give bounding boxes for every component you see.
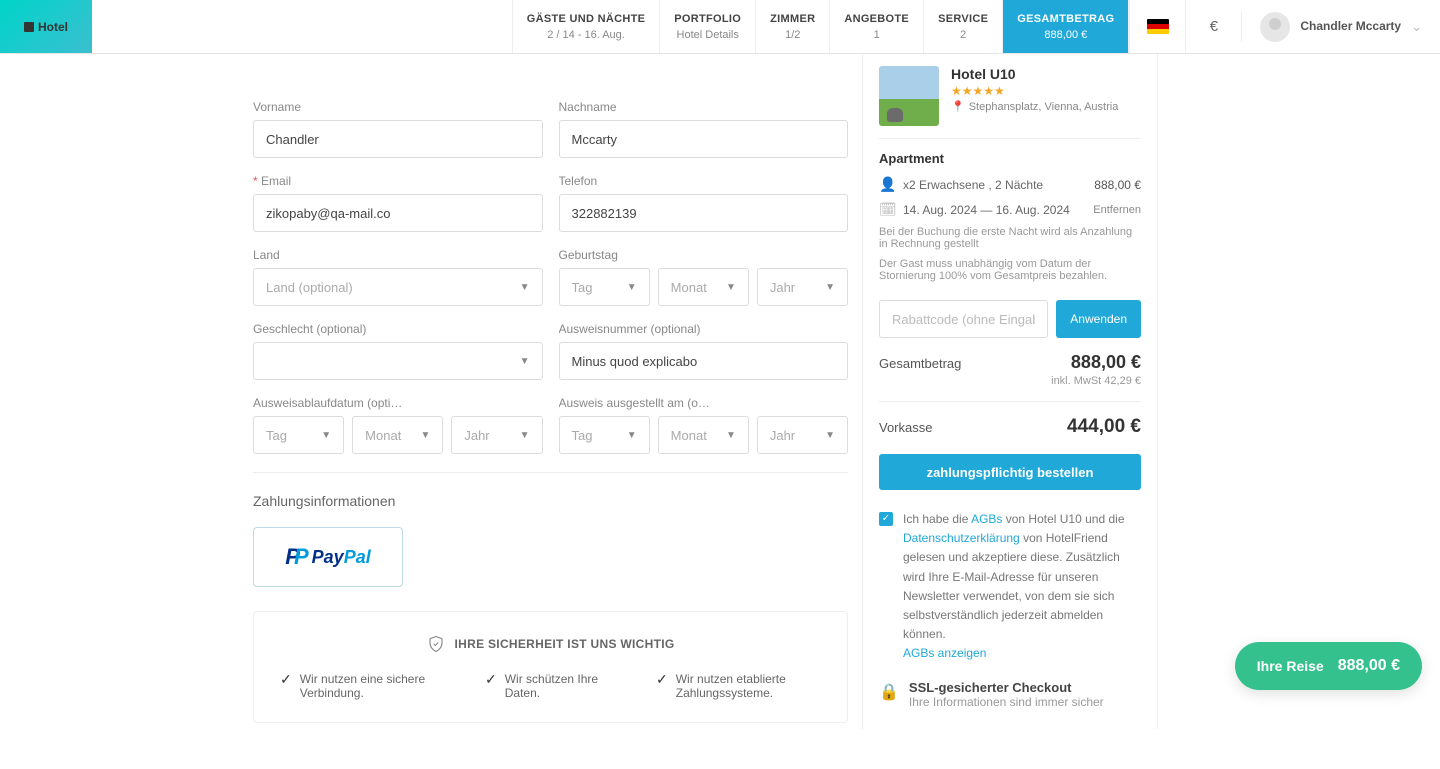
checkout-form: Vorname Nachname Email Telefon Land Land… bbox=[253, 54, 848, 729]
label-nachname: Nachname bbox=[559, 100, 849, 114]
logo[interactable]: Hotel bbox=[0, 0, 92, 53]
telefon-input[interactable] bbox=[559, 194, 849, 232]
expiry-year-select[interactable]: Jahr▼ bbox=[451, 416, 542, 454]
check-icon: ✓ bbox=[485, 672, 497, 686]
label-geburtstag: Geburtstag bbox=[559, 248, 849, 262]
top-header: Hotel GÄSTE UND NÄCHTE2 / 14 - 16. Aug. … bbox=[0, 0, 1440, 54]
apply-promo-button[interactable]: Anwenden bbox=[1056, 300, 1141, 338]
hotel-name: Hotel U10 bbox=[951, 66, 1118, 82]
land-select[interactable]: Land (optional)▼ bbox=[253, 268, 543, 306]
room-price: 888,00 € bbox=[1094, 178, 1141, 192]
label-ablauf: Ausweisablaufdatum (opti… bbox=[253, 396, 543, 410]
label-ausgestellt: Ausweis ausgestellt am (o… bbox=[559, 396, 849, 410]
order-button[interactable]: zahlungspflichtig bestellen bbox=[879, 454, 1141, 490]
expiry-day-select[interactable]: Tag▼ bbox=[253, 416, 344, 454]
privacy-link[interactable]: Datenschutzerklärung bbox=[903, 531, 1020, 545]
remove-room[interactable]: Entfernen bbox=[1093, 204, 1141, 216]
pin-icon: 📍 bbox=[951, 100, 965, 113]
label-land: Land bbox=[253, 248, 543, 262]
label-telefon: Telefon bbox=[559, 174, 849, 188]
prepay-amount: 444,00 € bbox=[1067, 416, 1141, 438]
nav-zimmer[interactable]: ZIMMER1/2 bbox=[755, 0, 829, 53]
terms-text: Ich habe die AGBs von Hotel U10 und die … bbox=[903, 510, 1141, 664]
vat-text: inkl. MwSt 42,29 € bbox=[879, 375, 1141, 387]
check-icon: ✓ bbox=[656, 672, 668, 686]
geschlecht-select[interactable]: ▼ bbox=[253, 342, 543, 380]
room-type: Apartment bbox=[879, 151, 1141, 166]
language-switch[interactable] bbox=[1129, 0, 1185, 53]
expiry-month-select[interactable]: Monat▼ bbox=[352, 416, 443, 454]
deposit-note: Bei der Buchung die erste Nacht wird als… bbox=[879, 226, 1141, 250]
user-name: Chandler Mccarty bbox=[1300, 19, 1401, 33]
ausweis-input[interactable] bbox=[559, 342, 849, 380]
ssl-title: SSL-gesicherter Checkout bbox=[909, 680, 1104, 695]
user-menu[interactable]: Chandler Mccarty ⌄ bbox=[1241, 12, 1440, 42]
payment-title: Zahlungsinformationen bbox=[253, 493, 848, 509]
chevron-down-icon: ▼ bbox=[520, 282, 530, 293]
total-label: Gesamtbetrag bbox=[879, 356, 961, 371]
nav-guests[interactable]: GÄSTE UND NÄCHTE2 / 14 - 16. Aug. bbox=[512, 0, 659, 53]
nav-portfolio[interactable]: PORTFOLIOHotel Details bbox=[659, 0, 755, 53]
floating-trip-button[interactable]: Ihre Reise 888,00 € bbox=[1235, 642, 1422, 690]
hotel-location: 📍Stephansplatz, Vienna, Austria bbox=[951, 100, 1118, 113]
birth-year-select[interactable]: Jahr▼ bbox=[757, 268, 848, 306]
calendar-icon: 🗓 bbox=[879, 201, 895, 218]
show-agb-link[interactable]: AGBs anzeigen bbox=[903, 646, 986, 660]
birth-month-select[interactable]: Monat▼ bbox=[658, 268, 749, 306]
star-rating: ★★★★★ bbox=[951, 84, 1118, 98]
nav-total[interactable]: GESAMTBETRAG888,00 € bbox=[1002, 0, 1128, 53]
birth-day-select[interactable]: Tag▼ bbox=[559, 268, 650, 306]
nav-angebote[interactable]: ANGEBOTE1 bbox=[829, 0, 923, 53]
terms-checkbox[interactable]: ✓ bbox=[879, 512, 893, 526]
total-amount: 888,00 € bbox=[1071, 352, 1141, 373]
cancel-note: Der Gast muss unabhängig vom Datum der S… bbox=[879, 258, 1141, 282]
header-right: € Chandler Mccarty ⌄ bbox=[1128, 0, 1440, 53]
booking-summary: Hotel U10 ★★★★★ 📍Stephansplatz, Vienna, … bbox=[862, 54, 1158, 729]
security-heading: IHRE SICHERHEIT IST UNS WICHTIG bbox=[455, 637, 675, 651]
guests-icon: 👤 bbox=[879, 176, 895, 193]
promo-input[interactable] bbox=[879, 300, 1048, 338]
shield-icon bbox=[427, 634, 445, 654]
issued-month-select[interactable]: Monat▼ bbox=[658, 416, 749, 454]
label-vorname: Vorname bbox=[253, 100, 543, 114]
paypal-icon: PP PayPal bbox=[285, 544, 370, 570]
ssl-subtitle: Ihre Informationen sind immer sicher bbox=[909, 695, 1104, 709]
label-geschlecht: Geschlecht (optional) bbox=[253, 322, 543, 336]
prepay-label: Vorkasse bbox=[879, 420, 932, 435]
avatar bbox=[1260, 12, 1290, 42]
check-icon: ✓ bbox=[280, 672, 292, 686]
issued-year-select[interactable]: Jahr▼ bbox=[757, 416, 848, 454]
hotel-thumbnail bbox=[879, 66, 939, 126]
currency-switch[interactable]: € bbox=[1185, 0, 1241, 53]
nav-service[interactable]: SERVICE2 bbox=[923, 0, 1002, 53]
progress-nav: GÄSTE UND NÄCHTE2 / 14 - 16. Aug. PORTFO… bbox=[512, 0, 1129, 53]
flag-de-icon bbox=[1147, 19, 1169, 34]
chevron-down-icon: ⌄ bbox=[1411, 19, 1422, 35]
label-ausweis: Ausweisnummer (optional) bbox=[559, 322, 849, 336]
paypal-option[interactable]: PP PayPal bbox=[253, 527, 403, 587]
security-box: IHRE SICHERHEIT IST UNS WICHTIG ✓Wir nut… bbox=[253, 611, 848, 723]
agb-link[interactable]: AGBs bbox=[971, 512, 1002, 526]
issued-day-select[interactable]: Tag▼ bbox=[559, 416, 650, 454]
nachname-input[interactable] bbox=[559, 120, 849, 158]
label-email: Email bbox=[253, 174, 543, 188]
email-input[interactable] bbox=[253, 194, 543, 232]
lock-icon: 🔒 bbox=[879, 682, 899, 702]
vorname-input[interactable] bbox=[253, 120, 543, 158]
